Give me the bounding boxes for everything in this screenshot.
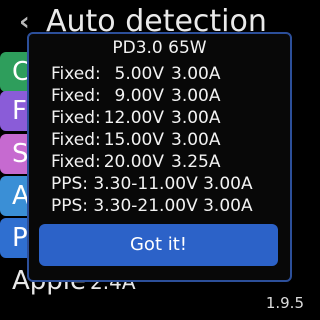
chevron-left-icon[interactable]: ‹	[19, 9, 35, 35]
fixed-pdo-row: Fixed: 15.00V 3.00A	[29, 129, 290, 151]
pps-pdo-row: PPS: 3.30-11.00V 3.00A	[29, 173, 290, 195]
pdo-type: Fixed:	[51, 86, 101, 106]
fixed-pdo-row: Fixed: 9.00V 3.00A	[29, 85, 290, 107]
pd-capabilities-dialog: PD3.0 65W Fixed: 5.00V 3.00A Fixed: 9.00…	[27, 32, 292, 282]
got-it-button[interactable]: Got it!	[39, 224, 278, 266]
pdo-type: Fixed:	[51, 130, 101, 150]
dialog-title: PD3.0 65W	[112, 38, 207, 58]
pdo-voltage: 5.00V	[114, 64, 164, 84]
menu-button-label: F	[12, 96, 27, 126]
pdo-voltage: 15.00V	[103, 130, 164, 150]
fixed-pdo-row: Fixed: 12.00V 3.00A	[29, 107, 290, 129]
fixed-pdo-row: Fixed: 20.00V 3.25A	[29, 151, 290, 173]
pdo-type: Fixed:	[51, 108, 101, 128]
pdo-current: 3.00A	[171, 130, 221, 150]
pps-pdo-row: PPS: 3.30-21.00V 3.00A	[29, 195, 290, 217]
pdo-current: 3.00A	[171, 64, 221, 84]
version-text: 1.9.5	[265, 294, 304, 312]
pps-pdo-text: PPS: 3.30-11.00V 3.00A	[51, 174, 253, 194]
pdo-voltage: 12.00V	[103, 108, 164, 128]
pdo-type: Fixed:	[51, 64, 101, 84]
pdo-type: Fixed:	[51, 152, 101, 172]
pdo-current: 3.25A	[171, 152, 221, 172]
menu-button-label: P	[12, 223, 28, 253]
pdo-list: Fixed: 5.00V 3.00A Fixed: 9.00V 3.00A Fi…	[29, 63, 290, 217]
pdo-current: 3.00A	[171, 86, 221, 106]
pdo-current: 3.00A	[171, 108, 221, 128]
pdo-voltage: 20.00V	[103, 152, 164, 172]
fixed-pdo-row: Fixed: 5.00V 3.00A	[29, 63, 290, 85]
pdo-voltage: 9.00V	[114, 86, 164, 106]
pps-pdo-text: PPS: 3.30-21.00V 3.00A	[51, 196, 253, 216]
